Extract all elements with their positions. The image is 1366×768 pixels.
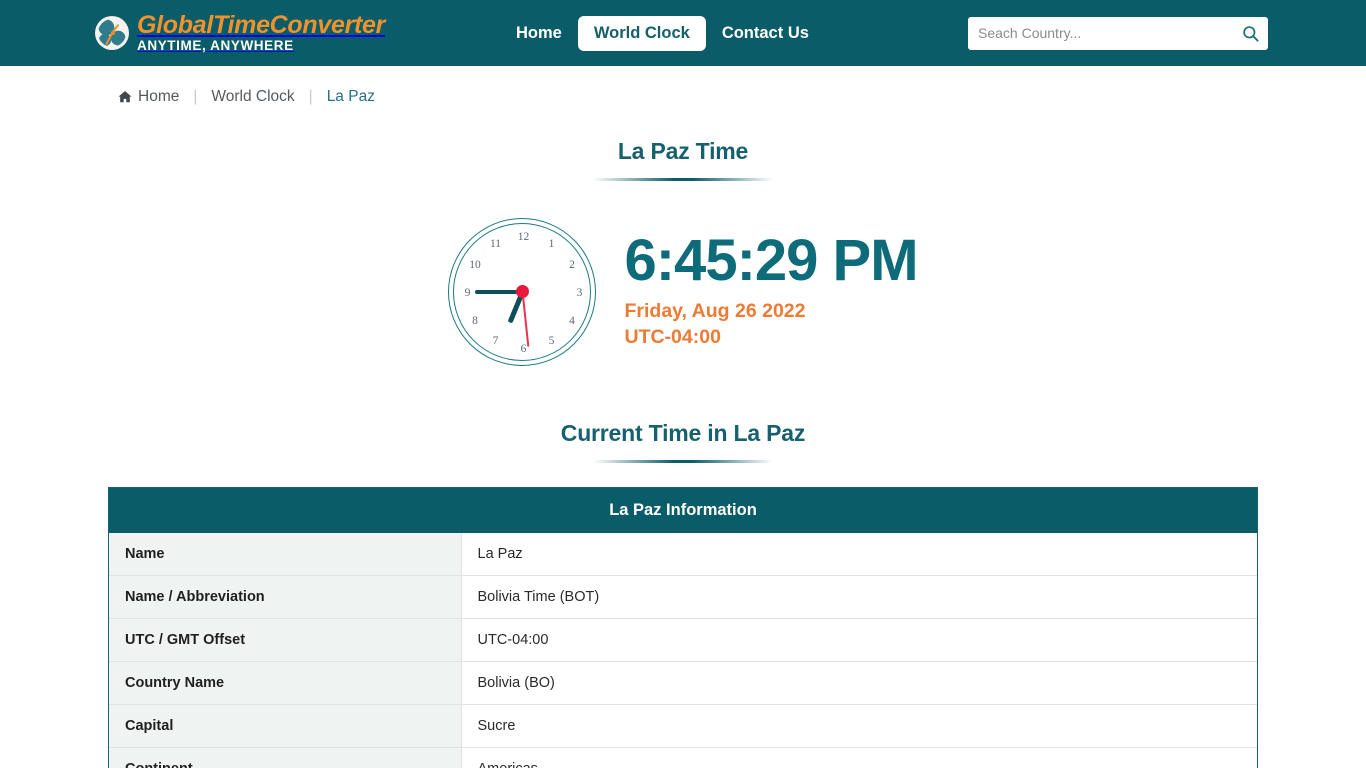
clock-numeral-11: 11 xyxy=(489,238,502,250)
table-row: Name / Abbreviation Bolivia Time (BOT) xyxy=(109,575,1257,619)
clock-numeral-5: 5 xyxy=(548,334,555,347)
clock-numeral-3: 3 xyxy=(576,286,583,299)
section-title: Current Time in La Paz xyxy=(560,420,806,446)
table-row: Name La Paz xyxy=(109,533,1257,576)
table-cell-value: La Paz xyxy=(461,533,1257,576)
table-cell-key: Capital xyxy=(109,704,462,748)
table-cell-value: Americas xyxy=(461,747,1257,768)
search-box xyxy=(968,16,1268,50)
table-cell-value: Bolivia (BO) xyxy=(461,661,1257,705)
clock-numeral-2: 2 xyxy=(569,258,575,271)
page-title-block: La Paz Time xyxy=(0,138,1366,181)
current-time-block: Current Time in La Paz xyxy=(0,420,1366,463)
info-table-body: Name La Paz Name / Abbreviation Bolivia Tim… xyxy=(109,533,1257,768)
info-table-wrapper: La Paz Information Name La Paz Name / Abbr… xyxy=(108,487,1258,768)
nav-item-contact-us[interactable]: Contact Us xyxy=(706,16,825,51)
search-icon xyxy=(1242,25,1259,42)
clock-numeral-10: 10 xyxy=(469,258,481,271)
breadcrumb-separator: | xyxy=(308,88,313,105)
breadcrumb-item-home[interactable]: Home xyxy=(118,88,179,106)
clock-second-hand xyxy=(521,291,530,347)
digital-date: Friday, Aug 26 2022 xyxy=(624,300,806,323)
digital-time: 6:45:29 PM xyxy=(624,228,918,294)
table-row: UTC / GMT Offset UTC-04:00 xyxy=(109,618,1257,662)
breadcrumb-label-home: Home xyxy=(138,88,180,105)
digital-time-block: 6:45:29 PM Friday, Aug 26 2022 UTC-04:00 xyxy=(624,228,918,351)
clock-area: 12 1 2 3 4 5 6 7 8 9 10 11 6:45:29 PM Friday, Aug 2… xyxy=(0,209,1366,374)
clock-numeral-8: 8 xyxy=(472,314,478,327)
title-divider xyxy=(593,178,773,181)
search-button[interactable] xyxy=(1232,17,1268,50)
table-row: ContinentAmericas xyxy=(109,747,1257,768)
nav-item-home[interactable]: Home xyxy=(500,16,578,51)
main-navigation: Home World Clock Contact Us xyxy=(500,15,825,51)
clock-center-dot xyxy=(515,285,529,298)
section-divider xyxy=(593,460,773,463)
clock-numeral-12: 12 xyxy=(517,230,530,243)
table-cell-value: Sucre xyxy=(461,704,1257,748)
table-row: Country Name Bolivia (BO) xyxy=(109,661,1257,705)
home-icon xyxy=(118,91,132,103)
site-header: GlobalTimeConverter ANYTIME, ANYWHERE Ho… xyxy=(0,0,1366,66)
globe-clock-icon xyxy=(95,16,129,50)
breadcrumb-item-la-paz: La Paz xyxy=(326,88,375,105)
breadcrumb: Home | World Clock | La Paz xyxy=(118,66,1366,106)
search-input[interactable] xyxy=(968,16,1232,50)
table-cell-value: UTC-04:00 xyxy=(461,618,1257,662)
table-cell-key: Name / Abbreviation xyxy=(109,575,462,619)
breadcrumb-item-world-clock[interactable]: World Clock xyxy=(211,88,294,106)
page-title: La Paz Time xyxy=(617,138,749,164)
clock-numeral-6: 6 xyxy=(520,342,527,355)
info-table: La Paz Information Name La Paz Name / Abbr… xyxy=(109,488,1257,768)
digital-utc-offset: UTC-04:00 xyxy=(624,326,721,348)
table-cell-key: Continent xyxy=(109,747,462,768)
analog-clock: 12 1 2 3 4 5 6 7 8 9 10 11 xyxy=(448,217,597,366)
logo-title: GlobalTimeConverter xyxy=(137,11,386,40)
clock-numeral-9: 9 xyxy=(464,286,471,299)
clock-numeral-1: 1 xyxy=(548,238,555,250)
clock-numeral-4: 4 xyxy=(569,314,575,327)
table-cell-key: Country Name xyxy=(109,661,462,705)
table-cell-value: Bolivia Time (BOT) xyxy=(461,575,1257,619)
info-table-caption: La Paz Information xyxy=(109,488,1257,533)
logo-tagline: ANYTIME, ANYWHERE xyxy=(137,38,294,54)
table-row: Capital Sucre xyxy=(109,704,1257,748)
table-cell-key: Name xyxy=(109,533,462,576)
clock-numeral-7: 7 xyxy=(492,334,499,347)
site-logo[interactable]: GlobalTimeConverter ANYTIME, ANYWHERE xyxy=(95,8,385,58)
nav-item-world-clock[interactable]: World Clock xyxy=(577,15,706,51)
table-cell-key: UTC / GMT Offset xyxy=(109,618,462,662)
breadcrumb-separator: | xyxy=(193,88,198,105)
